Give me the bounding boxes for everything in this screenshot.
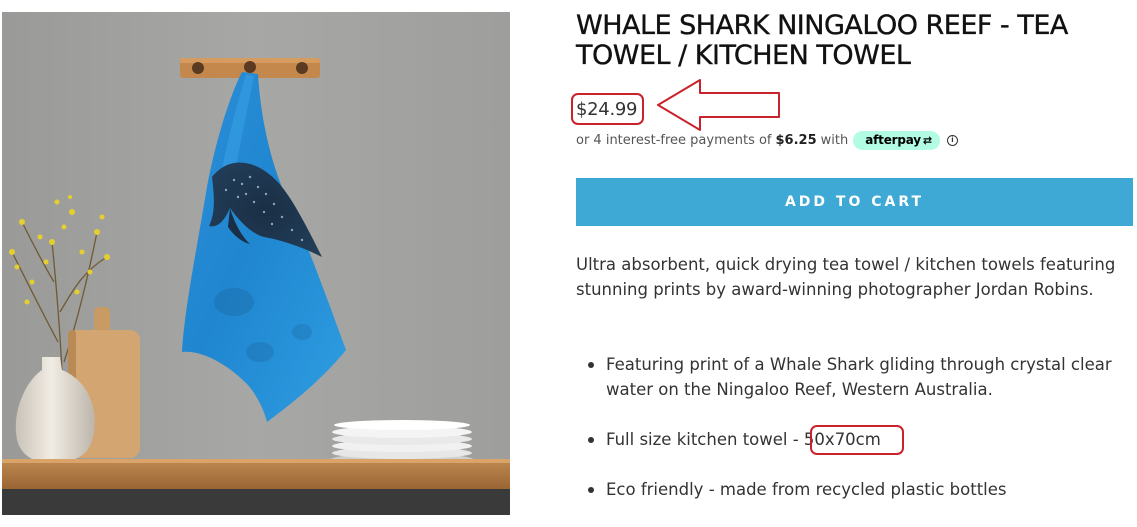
feature-text: Eco friendly - made from recycled plasti… [606,480,1007,499]
product-title: WHALE SHARK NINGALOO REEF - TEA TOWEL / … [576,10,1069,71]
installment-amount: $6.25 [775,132,817,148]
list-item: Eco friendly - made from recycled plasti… [576,477,1116,502]
info-icon[interactable]: i [946,134,958,146]
afterpay-logo-icon: ⇄ [922,133,932,147]
price-annotation-box [571,93,644,125]
product-info: WHALE SHARK NINGALOO REEF - TEA TOWEL / … [571,0,1136,515]
product-image[interactable] [2,12,510,515]
product-description: Ultra absorbent, quick drying tea towel … [576,255,1116,299]
list-item: Featuring print of a Whale Shark gliding… [576,352,1116,402]
product-photo [2,12,510,515]
bullet-icon [588,362,594,368]
installments-prefix: or 4 interest-free payments of [576,132,772,148]
bullet-icon [588,437,594,443]
size-annotation-box [810,425,904,455]
afterpay-badge[interactable]: afterpay ⇄ [853,130,940,150]
feature-text: Featuring print of a Whale Shark gliding… [606,355,1112,399]
bullet-icon [588,487,594,493]
installments-suffix: with [820,132,849,148]
annotation-arrow-icon [657,79,780,131]
add-to-cart-button[interactable]: ADD TO CART [576,178,1133,226]
afterpay-label: afterpay [865,133,921,147]
installments-info: or 4 interest-free payments of $6.25 wit… [576,130,958,150]
